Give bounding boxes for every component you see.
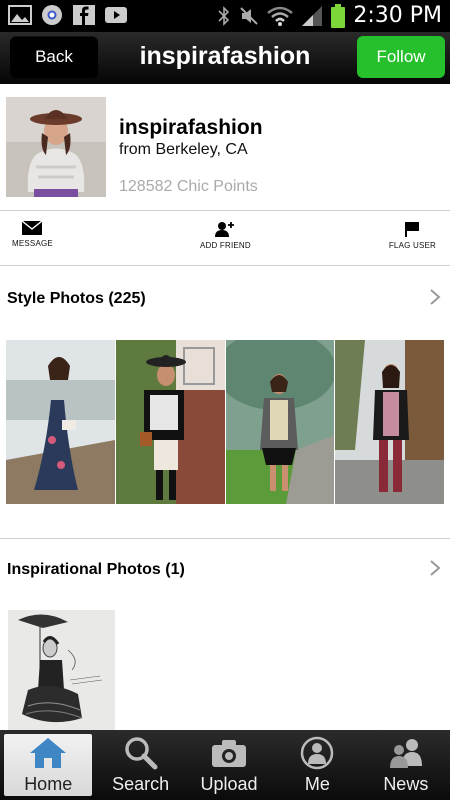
gallery-icon bbox=[8, 5, 32, 25]
camera-icon bbox=[212, 740, 247, 767]
nav-home-label: Home bbox=[24, 774, 73, 794]
youtube-icon bbox=[105, 7, 127, 23]
style-photo-thumbnail[interactable] bbox=[225, 340, 335, 504]
bluetooth-icon bbox=[218, 5, 230, 26]
flag-user-button[interactable]: FLAG USER bbox=[389, 221, 436, 250]
back-button[interactable]: Back bbox=[10, 36, 98, 78]
profile-location: from Berkeley, CA bbox=[119, 141, 248, 158]
person-icon bbox=[301, 736, 334, 770]
avatar[interactable] bbox=[6, 97, 106, 197]
nav-upload-label: Upload bbox=[200, 774, 258, 794]
inspirational-photos-title: Inspirational Photos (1) bbox=[7, 561, 185, 578]
nav-home[interactable]: Home bbox=[4, 734, 93, 796]
flag-icon bbox=[405, 222, 420, 237]
bottom-navigation: Home Search Upload Me News bbox=[0, 730, 450, 800]
chevron-right-icon bbox=[430, 560, 441, 576]
chrome-icon bbox=[42, 5, 62, 25]
profile-name: inspirafashion bbox=[119, 116, 263, 139]
home-icon bbox=[30, 738, 67, 768]
chic-points: 128582 Chic Points bbox=[119, 178, 258, 195]
nav-upload[interactable]: Upload bbox=[185, 730, 273, 800]
page-title: inspirafashion bbox=[139, 42, 311, 70]
style-photos-header[interactable]: Style Photos (225) bbox=[0, 268, 450, 328]
flag-user-label: FLAG USER bbox=[388, 241, 436, 250]
nav-search-label: Search bbox=[112, 774, 170, 794]
chevron-right-icon bbox=[430, 289, 441, 305]
message-label: MESSAGE bbox=[12, 239, 53, 248]
status-bar: 2:30 PM bbox=[0, 0, 450, 32]
search-icon bbox=[124, 737, 158, 770]
style-photo-thumbnail[interactable] bbox=[6, 340, 115, 504]
style-photo-thumbnail[interactable] bbox=[335, 340, 444, 504]
wifi-icon bbox=[267, 6, 294, 26]
facebook-icon bbox=[73, 5, 95, 25]
people-icon bbox=[389, 739, 422, 768]
mute-icon bbox=[240, 6, 259, 25]
nav-news-label: News bbox=[383, 774, 429, 794]
nav-news[interactable]: News bbox=[362, 730, 450, 800]
clock: 2:30 PM bbox=[353, 3, 442, 28]
follow-button[interactable]: Follow bbox=[357, 36, 445, 78]
profile-actions: MESSAGE ADD FRIEND FLAG USER bbox=[0, 211, 450, 266]
inspirational-photos-header[interactable]: Inspirational Photos (1) bbox=[0, 538, 450, 598]
style-photo-thumbnail[interactable] bbox=[115, 340, 225, 504]
envelope-icon bbox=[22, 221, 43, 235]
battery-icon bbox=[331, 3, 346, 28]
style-photos-title: Style Photos (225) bbox=[7, 290, 146, 307]
add-friend-icon bbox=[215, 222, 235, 237]
message-button[interactable]: MESSAGE bbox=[12, 221, 53, 248]
app-header: Back inspirafashion Follow bbox=[0, 32, 450, 84]
signal-icon bbox=[302, 5, 323, 26]
style-photos-grid bbox=[6, 340, 444, 504]
nav-search[interactable]: Search bbox=[96, 730, 184, 800]
add-friend-button[interactable]: ADD FRIEND bbox=[200, 221, 251, 250]
add-friend-label: ADD FRIEND bbox=[200, 241, 251, 250]
profile-card: inspirafashion from Berkeley, CA 128582 … bbox=[0, 84, 450, 211]
inspirational-photo-thumbnail[interactable] bbox=[8, 610, 115, 732]
nav-me[interactable]: Me bbox=[273, 730, 361, 800]
nav-me-label: Me bbox=[304, 774, 330, 794]
